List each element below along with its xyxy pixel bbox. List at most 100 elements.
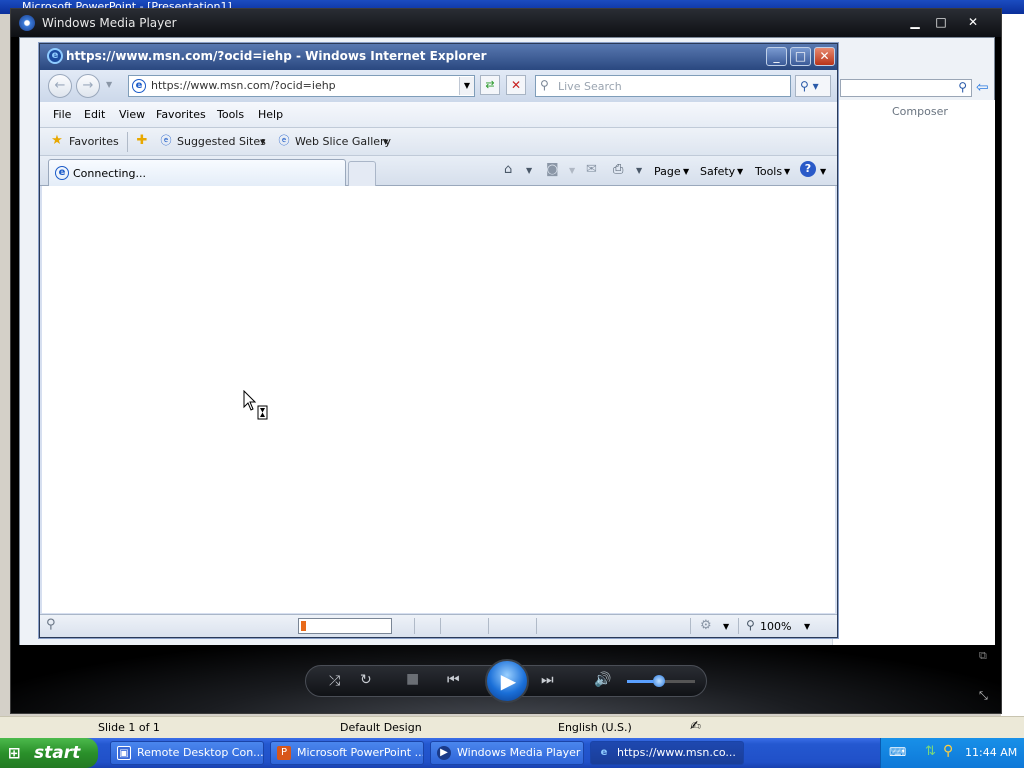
protected-mode-dropdown-icon[interactable]: ▼: [723, 622, 729, 631]
new-tab-button[interactable]: [348, 161, 376, 186]
menu-favorites[interactable]: Favorites: [156, 108, 206, 121]
clock[interactable]: 11:44 AM: [965, 746, 1017, 759]
address-text[interactable]: https://www.msn.com/?ocid=iehp: [151, 79, 336, 92]
forward-button[interactable]: →: [76, 74, 100, 98]
tools-dropdown-icon[interactable]: ▼: [784, 167, 790, 176]
protected-mode-icon[interactable]: ⚙: [700, 618, 712, 633]
design-name: Default Design: [340, 721, 422, 734]
taskbar-item-remote-desktop[interactable]: ▣ Remote Desktop Con...: [110, 741, 264, 765]
previous-icon[interactable]: ⏮: [447, 672, 460, 688]
volume-icon[interactable]: 🔊: [594, 672, 611, 688]
feeds-icon[interactable]: ◙: [546, 162, 559, 177]
search-icon: ⚲: [540, 78, 549, 92]
start-button[interactable]: ⊞ start: [0, 738, 98, 768]
home-icon[interactable]: ⌂: [504, 162, 512, 177]
ie-logo-icon: e: [47, 48, 63, 64]
search-placeholder: Live Search: [558, 80, 622, 93]
powerpoint-icon: P: [277, 746, 291, 760]
repeat-icon[interactable]: ↻: [360, 672, 372, 688]
switch-view-icon[interactable]: ⧉: [979, 649, 987, 663]
address-dropdown-button[interactable]: ▼: [459, 77, 474, 95]
volume-slider-knob[interactable]: [653, 675, 665, 687]
next-icon[interactable]: ⏭: [541, 672, 554, 688]
favorites-button[interactable]: Favorites: [69, 135, 119, 148]
zoom-icon[interactable]: ⚲: [746, 618, 755, 632]
wmp-minimize-button[interactable]: ▁: [903, 13, 927, 31]
ie-title: https://www.msn.com/?ocid=iehp - Windows…: [66, 49, 487, 63]
print-icon[interactable]: ⎙: [613, 162, 623, 177]
wmp-back-arrow-icon[interactable]: ⇦: [976, 78, 989, 96]
page-dropdown-icon[interactable]: ▼: [683, 167, 689, 176]
status-bar: ⚲ ⚙ ▼ ⚲ 100% ▼: [40, 614, 837, 637]
language-indicator: English (U.S.): [558, 721, 632, 734]
menu-file[interactable]: File: [53, 108, 71, 121]
taskbar-item-label: Remote Desktop Con...: [137, 746, 264, 759]
back-button[interactable]: ←: [48, 74, 72, 98]
taskbar-item-powerpoint[interactable]: P Microsoft PowerPoint ...: [270, 741, 424, 765]
safety-dropdown-icon[interactable]: ▼: [737, 167, 743, 176]
taskbar-item-internet-explorer[interactable]: e https://www.msn.co...: [590, 741, 744, 765]
web-slice-icon: ⓔ: [278, 134, 290, 147]
stop-icon[interactable]: ■: [406, 671, 419, 687]
ie-icon: e: [600, 747, 608, 758]
suggested-sites-dropdown-icon[interactable]: ▼: [260, 138, 265, 146]
wmp-close-button[interactable]: ✕: [961, 13, 985, 31]
page-content-area[interactable]: [42, 186, 835, 613]
safety-menu[interactable]: Safety: [700, 165, 735, 178]
compact-mode-icon[interactable]: ⤡: [979, 689, 988, 703]
ie-close-button[interactable]: ✕: [814, 47, 835, 66]
home-dropdown-icon[interactable]: ▼: [526, 166, 532, 175]
recent-pages-dropdown-icon[interactable]: ▼: [106, 80, 112, 89]
feeds-dropdown-icon[interactable]: ▼: [569, 166, 575, 175]
suggested-sites-link[interactable]: Suggested Sites: [177, 135, 266, 148]
taskbar-item-label: https://www.msn.co...: [617, 746, 736, 759]
progress-bar: [298, 618, 392, 634]
page-menu[interactable]: Page: [654, 165, 681, 178]
zoom-level[interactable]: 100%: [760, 620, 791, 633]
shuffle-icon[interactable]: ⤮: [329, 673, 340, 689]
refresh-button[interactable]: ⇄: [480, 75, 500, 95]
favorites-star-icon[interactable]: ★: [49, 133, 65, 149]
stop-button[interactable]: ✕: [506, 75, 526, 95]
search-go-button[interactable]: ⚲ ▾: [795, 75, 831, 97]
wmp-logo-icon: [19, 15, 35, 31]
search-icon: ⚲: [958, 80, 967, 94]
favorites-bar: ★ Favorites ✚ ⓔ Suggested Sites ▼ ⓔ Web …: [40, 128, 837, 156]
tools-menu[interactable]: Tools: [755, 165, 782, 178]
address-bar[interactable]: e https://www.msn.com/?ocid=iehp ▼: [128, 75, 475, 97]
wmp-title-bar[interactable]: Windows Media Player ▁ □ ✕: [11, 9, 1001, 37]
add-to-favorites-icon[interactable]: ✚: [134, 133, 150, 149]
web-slice-gallery-link[interactable]: Web Slice Gallery: [295, 135, 391, 148]
menu-edit[interactable]: Edit: [84, 108, 105, 121]
menu-view[interactable]: View: [119, 108, 145, 121]
live-search-input[interactable]: ⚲ Live Search: [535, 75, 791, 97]
status-separator: [738, 618, 739, 634]
play-button[interactable]: ▶: [485, 659, 529, 703]
start-label: start: [34, 743, 81, 763]
menu-bar: File Edit View Favorites Tools Help: [40, 102, 837, 128]
network-icon[interactable]: ⇅: [925, 744, 936, 759]
taskbar-item-media-player[interactable]: ▶ Windows Media Player: [430, 741, 584, 765]
taskbar: ⊞ start ▣ Remote Desktop Con... P Micros…: [0, 738, 1024, 768]
remote-desktop-icon: ▣: [117, 746, 131, 760]
zoom-dropdown-icon[interactable]: ▼: [804, 622, 810, 631]
mail-icon[interactable]: ✉: [586, 162, 597, 177]
keyboard-icon[interactable]: ⌨: [889, 745, 906, 759]
menu-tools[interactable]: Tools: [217, 108, 244, 121]
tab-title: Connecting...: [73, 167, 146, 180]
print-dropdown-icon[interactable]: ▼: [636, 166, 642, 175]
wmp-search-input[interactable]: ⚲: [840, 79, 972, 97]
status-separator: [488, 618, 489, 634]
help-dropdown-icon[interactable]: ▼: [820, 167, 826, 176]
help-icon[interactable]: ?: [800, 161, 816, 177]
web-slice-dropdown-icon[interactable]: ▼: [383, 138, 388, 146]
wmp-maximize-button[interactable]: □: [929, 13, 953, 31]
wmp-column-composer[interactable]: Composer: [892, 105, 948, 118]
menu-help[interactable]: Help: [258, 108, 283, 121]
spelling-check-icon[interactable]: ✍: [690, 719, 701, 734]
ie-maximize-button[interactable]: □: [790, 47, 811, 66]
ie-title-bar[interactable]: e https://www.msn.com/?ocid=iehp - Windo…: [40, 44, 837, 70]
tab-connecting[interactable]: e Connecting...: [48, 159, 346, 186]
search-tray-icon[interactable]: ⚲: [943, 743, 953, 759]
ie-minimize-button[interactable]: _: [766, 47, 787, 66]
